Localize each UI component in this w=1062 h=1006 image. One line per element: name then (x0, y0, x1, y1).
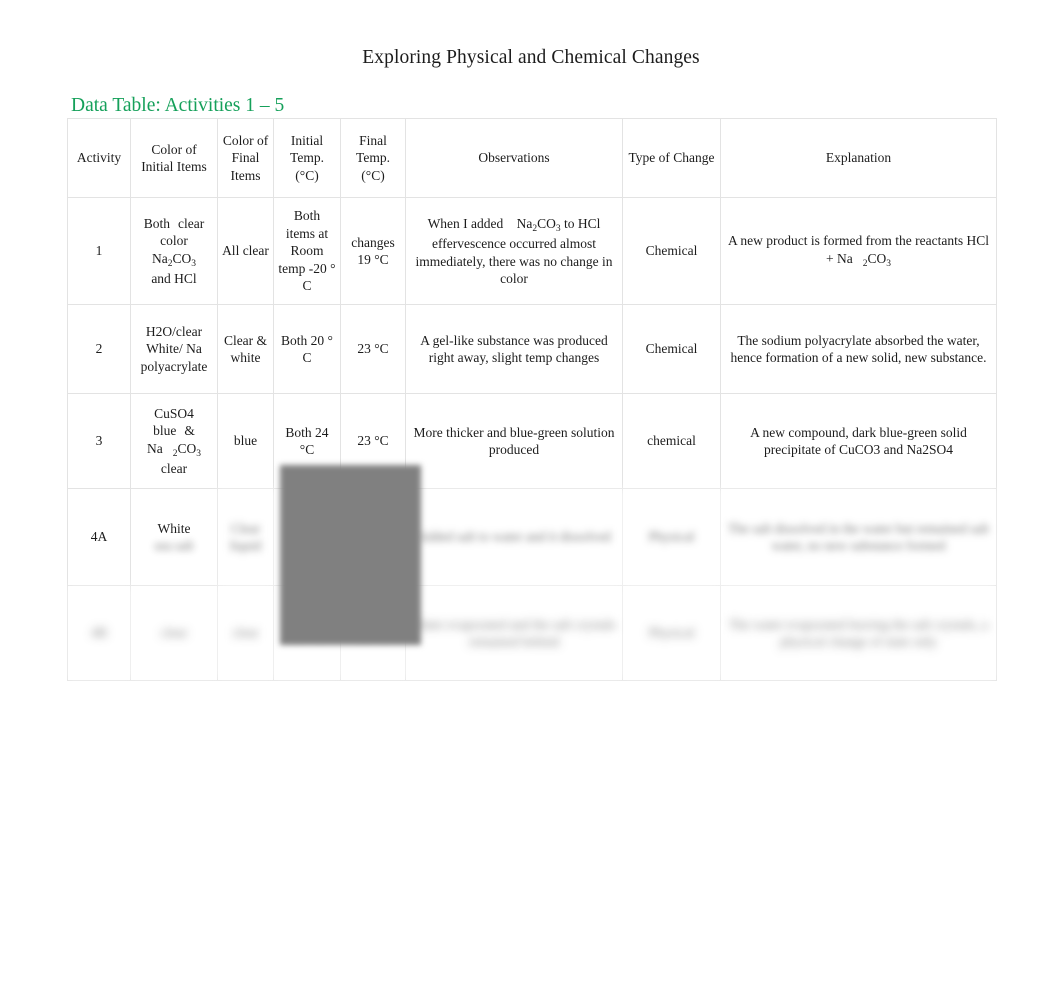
observations-formula-mid: CO (537, 215, 556, 231)
cell-explanation: The water evaporated leaving the salt cr… (720, 585, 997, 681)
cell-activity: 4A (67, 488, 131, 586)
table-row: 4A White sea salt Clear liquid 22 ° C 22… (67, 488, 997, 586)
column-header-activity: Activity (67, 118, 131, 198)
cell-activity: 1 (67, 197, 131, 305)
table-header-row: Activity Color of Initial Items Color of… (67, 118, 997, 198)
color-initial-line-2: sea salt (154, 538, 194, 553)
column-header-final-temp: Final Temp. (°C) (340, 118, 406, 198)
color-initial-line-4: clear (160, 461, 188, 476)
cell-color-initial: Both clear color Na2CO3 and HCl (130, 197, 218, 305)
cell-explanation: A new compound, dark blue-green solid pr… (720, 393, 997, 489)
column-header-type: Type of Change (622, 118, 721, 198)
color-initial-formula-pre: Na (151, 250, 168, 266)
cell-activity: 4B (67, 585, 131, 681)
cell-type-of-change: Physical (622, 585, 721, 681)
observations-pre: When I added (427, 215, 504, 231)
color-initial-line-2: blue & (153, 423, 195, 438)
table-row: 4B clear clear 22 ° C 24 °C Water evapor… (67, 585, 997, 681)
cell-initial-temp: Both 20 ° C (273, 304, 341, 394)
cell-observations: Added salt to water and it dissolved (405, 488, 623, 586)
document-page: Exploring Physical and Chemical Changes … (0, 0, 1062, 1006)
color-initial-formula-mid: CO (177, 440, 197, 456)
column-header-color-initial: Color of Initial Items (130, 118, 218, 198)
page-title: Exploring Physical and Chemical Changes (362, 47, 700, 68)
cell-final-temp: changes 19 °C (340, 197, 406, 305)
cell-explanation: The salt dissolved in the water but rema… (720, 488, 997, 586)
column-header-initial-temp: Initial Temp. (°C) (273, 118, 341, 198)
cell-type-of-change: Physical (622, 488, 721, 586)
color-initial-formula-sub1: 2 (172, 448, 178, 459)
color-initial-line-2: color (160, 233, 188, 248)
cell-type-of-change: chemical (622, 393, 721, 489)
color-initial-line-1: Both clear (143, 215, 205, 231)
cell-color-initial: White sea salt (130, 488, 218, 586)
column-header-color-final: Color of Final Items (217, 118, 274, 198)
cell-color-final: All clear (217, 197, 274, 305)
cell-activity: 2 (67, 304, 131, 394)
explanation-mid: CO (867, 250, 887, 266)
cell-activity: 3 (67, 393, 131, 489)
column-header-explanation: Explanation (720, 118, 997, 198)
cell-type-of-change: Chemical (622, 197, 721, 305)
column-header-observations: Observations (405, 118, 623, 198)
cell-color-initial: CuSO4 blue & Na 2CO3 clear (130, 393, 218, 489)
explanation-sub2: 3 (886, 258, 891, 269)
cell-observations: More thicker and blue-green solution pro… (405, 393, 623, 489)
section-heading: Data Table: Activities 1 – 5 (71, 95, 285, 116)
cell-type-of-change: Chemical (622, 304, 721, 394)
cell-color-final: Clear liquid (217, 488, 274, 586)
cell-initial-temp: Both items at Room temp -20 ° C (273, 197, 341, 305)
table-row: 1 Both clear color Na2CO3 and HCl All cl… (67, 197, 997, 305)
cell-explanation: A new product is formed from the reactan… (720, 197, 997, 305)
color-initial-line-1: CuSO4 (154, 405, 194, 421)
cell-color-initial: clear (130, 585, 218, 681)
color-initial-formula-sub2: 3 (191, 258, 196, 269)
cell-explanation: The sodium polyacrylate absorbed the wat… (720, 304, 997, 394)
activity-label: 4A (90, 529, 108, 545)
cell-color-final: Clear & white (217, 304, 274, 394)
explanation-sub1: 2 (862, 258, 868, 269)
observations-formula-sub1: 2 (532, 223, 538, 234)
table-row: 2 H2O/clear White/ Na polyacrylate Clear… (67, 304, 997, 394)
cell-color-final: blue (217, 393, 274, 489)
cell-observations: When I added Na2CO3 to HCl effervescence… (405, 197, 623, 305)
observations-formula-pre: Na (516, 215, 533, 231)
color-initial-formula-sub2: 3 (196, 448, 201, 459)
color-initial-line-1: White (157, 520, 191, 536)
cell-final-temp: 23 °C (340, 304, 406, 394)
color-initial-formula-sub1: 2 (167, 258, 173, 269)
cell-observations: A gel-like substance was produced right … (405, 304, 623, 394)
color-initial-formula-pre: Na (146, 440, 163, 456)
table-row: 3 CuSO4 blue & Na 2CO3 clear blue Both 24… (67, 393, 997, 489)
explanation-pre: A new product is formed from the reactan… (728, 233, 989, 266)
cell-observations: Water evaporated and the salt crystals r… (405, 585, 623, 681)
data-table: Activity Color of Initial Items Color of… (67, 118, 997, 681)
observations-formula-sub2: 3 (555, 223, 561, 234)
color-initial-line-4: and HCl (151, 271, 197, 286)
data-table-wrapper: Activity Color of Initial Items Color of… (67, 118, 997, 681)
redaction-overlay (280, 465, 421, 645)
color-initial-formula-mid: CO (172, 250, 192, 266)
cell-color-final: clear (217, 585, 274, 681)
cell-color-initial: H2O/clear White/ Na polyacrylate (130, 304, 218, 394)
